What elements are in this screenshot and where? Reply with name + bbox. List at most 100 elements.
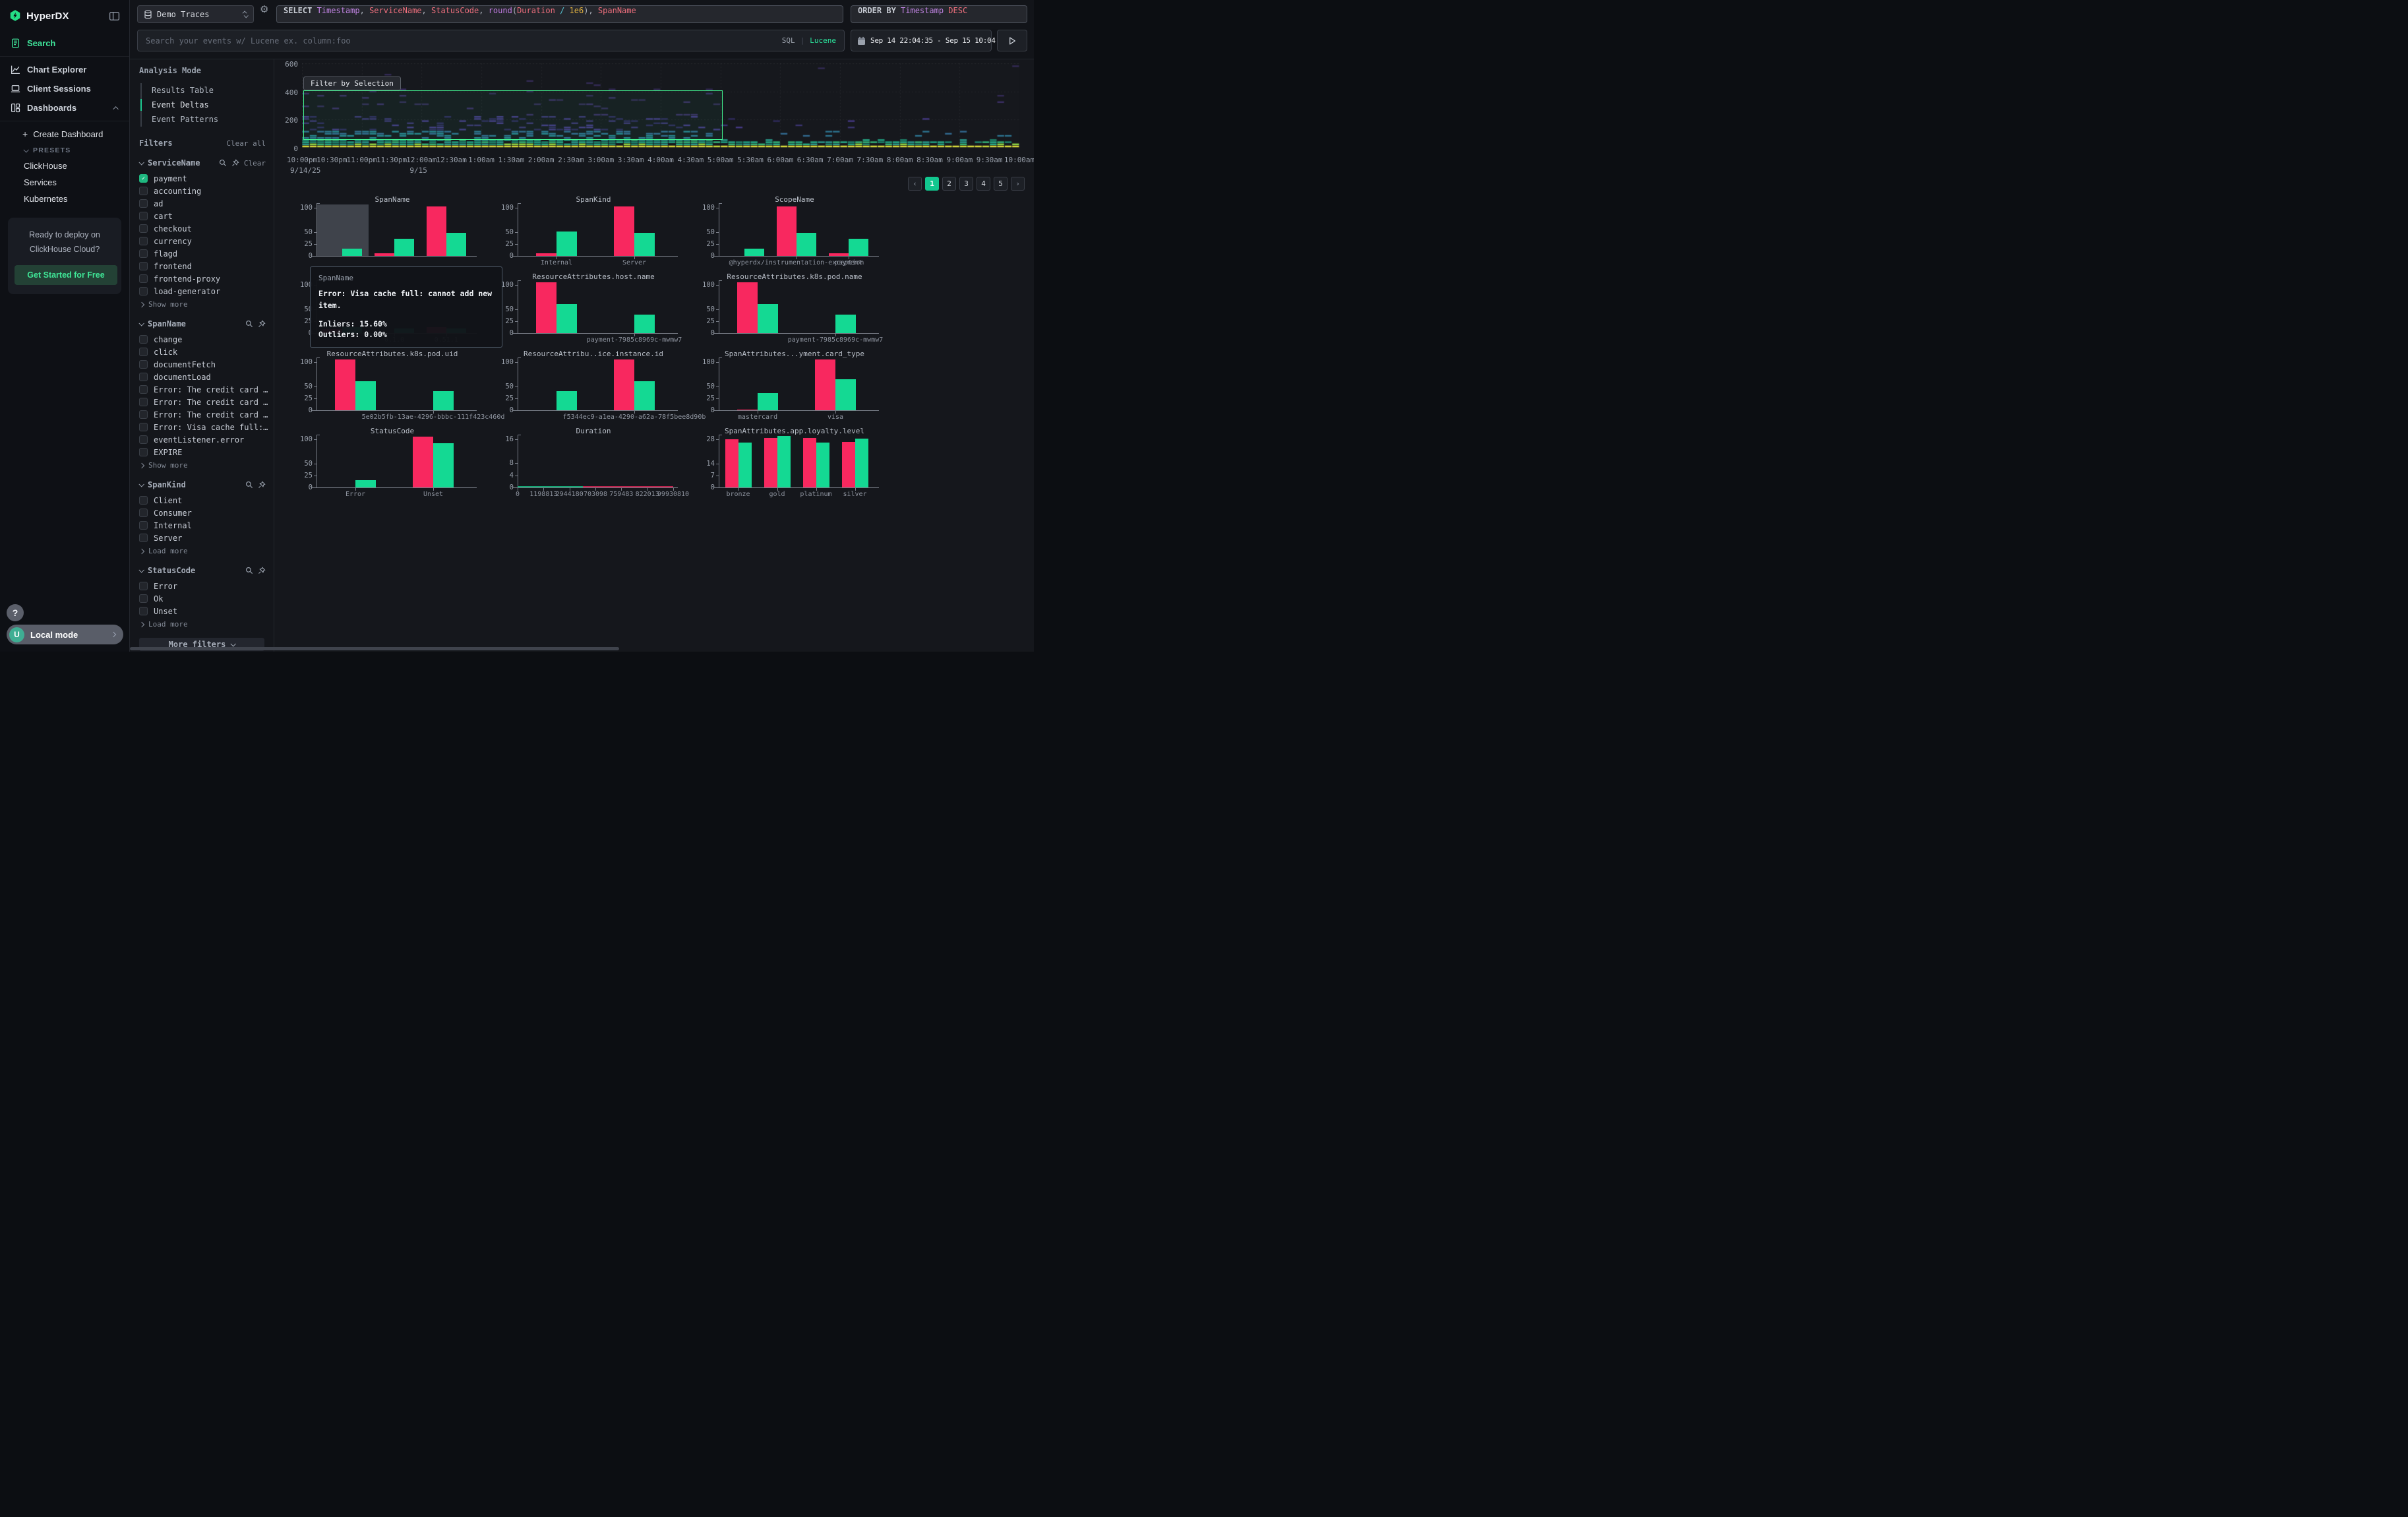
heatmap-selection-box[interactable]: [303, 90, 722, 140]
checkbox-unchecked[interactable]: [139, 373, 148, 381]
outlier-bar[interactable]: [335, 359, 355, 410]
search-icon[interactable]: [245, 320, 253, 328]
page-button-2[interactable]: 2: [942, 177, 956, 191]
search-input-wrap[interactable]: Search your events w/ Lucene ex. column:…: [137, 30, 845, 51]
filter-checkbox-row[interactable]: frontend-proxy: [139, 272, 268, 285]
filter-checkbox-row[interactable]: Consumer: [139, 507, 268, 519]
outlier-bar[interactable]: [829, 253, 849, 256]
checkbox-checked[interactable]: ✓: [139, 174, 148, 183]
inlier-bar[interactable]: [355, 480, 376, 487]
checkbox-unchecked[interactable]: [139, 187, 148, 195]
time-range-picker[interactable]: Sep 14 22:04:35 - Sep 15 10:04:35: [851, 30, 992, 51]
page-button-4[interactable]: 4: [977, 177, 990, 191]
filter-checkbox-row[interactable]: cart: [139, 210, 268, 222]
inlier-bar[interactable]: [557, 304, 577, 333]
page-prev-button[interactable]: ‹: [908, 177, 922, 191]
inlier-bar[interactable]: [634, 233, 655, 256]
outlier-bar[interactable]: [375, 253, 394, 256]
sidebar-item-clickhouse[interactable]: ClickHouse: [0, 158, 129, 174]
presets-toggle[interactable]: PRESETS: [0, 143, 129, 158]
inlier-bar[interactable]: [433, 443, 454, 487]
search-icon[interactable]: [245, 481, 253, 489]
outlier-bar[interactable]: [725, 439, 738, 487]
source-settings-gear-icon[interactable]: ⚙: [260, 3, 268, 15]
checkbox-unchecked[interactable]: [139, 262, 148, 270]
filter-checkbox-row[interactable]: Internal: [139, 519, 268, 532]
sidebar-item-kubernetes[interactable]: Kubernetes: [0, 191, 129, 207]
inlier-bar[interactable]: [394, 239, 414, 256]
sidebar-item-dashboards[interactable]: Dashboards: [0, 98, 129, 117]
outlier-bar[interactable]: [614, 206, 634, 256]
checkbox-unchecked[interactable]: [139, 410, 148, 419]
get-started-button[interactable]: Get Started for Free: [15, 265, 117, 285]
filter-checkbox-row[interactable]: Error: The credit card (…: [139, 383, 268, 396]
select-clause-input[interactable]: SELECT Timestamp, ServiceName, StatusCod…: [276, 5, 843, 23]
checkbox-unchecked[interactable]: [139, 398, 148, 406]
outlier-bar[interactable]: [764, 438, 777, 487]
run-query-button[interactable]: [997, 30, 1027, 51]
checkbox-unchecked[interactable]: [139, 224, 148, 233]
inlier-bar[interactable]: [355, 381, 376, 410]
inlier-bar[interactable]: [634, 315, 655, 333]
chevron-down-icon[interactable]: [138, 481, 144, 487]
outlier-bar[interactable]: [536, 282, 557, 333]
order-by-input[interactable]: ORDER BY Timestamp DESC: [851, 5, 1027, 23]
pin-icon[interactable]: [231, 159, 239, 167]
source-select[interactable]: Demo Traces: [137, 5, 254, 23]
create-dashboard-button[interactable]: +Create Dashboard: [0, 125, 129, 143]
load-more-link[interactable]: Load more: [139, 544, 268, 555]
checkbox-unchecked[interactable]: [139, 448, 148, 456]
sidebar-item-search[interactable]: Search: [0, 34, 129, 53]
page-button-1[interactable]: 1: [925, 177, 939, 191]
filter-checkbox-row[interactable]: load-generator: [139, 285, 268, 297]
filter-checkbox-row[interactable]: Client: [139, 494, 268, 507]
analysis-mode-event-patterns[interactable]: Event Patterns: [142, 112, 268, 127]
language-toggle-lucene[interactable]: Lucene: [810, 36, 836, 45]
show-more-link[interactable]: Show more: [139, 458, 268, 470]
pin-icon[interactable]: [258, 320, 266, 328]
show-more-link[interactable]: Show more: [139, 297, 268, 309]
inlier-bar[interactable]: [777, 436, 791, 487]
inlier-bar[interactable]: [557, 391, 577, 410]
page-next-button[interactable]: ›: [1011, 177, 1025, 191]
filter-checkbox-row[interactable]: change: [139, 333, 268, 346]
load-more-link[interactable]: Load more: [139, 617, 268, 629]
outlier-bar[interactable]: [803, 438, 816, 487]
checkbox-unchecked[interactable]: [139, 435, 148, 444]
inlier-bar[interactable]: [849, 239, 868, 256]
chevron-down-icon[interactable]: [138, 567, 144, 573]
filter-checkbox-row[interactable]: Error: The credit card (…: [139, 396, 268, 408]
outlier-bar[interactable]: [737, 282, 758, 333]
filter-checkbox-row[interactable]: Error: [139, 580, 268, 592]
inlier-bar[interactable]: [835, 315, 856, 333]
checkbox-unchecked[interactable]: [139, 335, 148, 344]
checkbox-unchecked[interactable]: [139, 509, 148, 517]
checkbox-unchecked[interactable]: [139, 199, 148, 208]
sidebar-item-services[interactable]: Services: [0, 174, 129, 191]
filter-checkbox-row[interactable]: documentFetch: [139, 358, 268, 371]
filter-checkbox-row[interactable]: Ok: [139, 592, 268, 605]
inlier-bar[interactable]: [758, 393, 778, 410]
sidebar-item-client-sessions[interactable]: Client Sessions: [0, 79, 129, 98]
outlier-bar[interactable]: [427, 206, 446, 256]
outlier-bar[interactable]: [815, 359, 835, 410]
filter-checkbox-row[interactable]: eventListener.error: [139, 433, 268, 446]
checkbox-unchecked[interactable]: [139, 212, 148, 220]
filter-checkbox-row[interactable]: Server: [139, 532, 268, 544]
inlier-bar[interactable]: [758, 304, 778, 333]
inlier-bar[interactable]: [835, 379, 856, 410]
filter-checkbox-row[interactable]: click: [139, 346, 268, 358]
horizontal-scrollbar[interactable]: [130, 647, 619, 650]
inlier-bar[interactable]: [797, 233, 816, 256]
outlier-bar[interactable]: [536, 253, 557, 256]
search-input[interactable]: Search your events w/ Lucene ex. column:…: [146, 36, 775, 46]
checkbox-unchecked[interactable]: [139, 237, 148, 245]
filter-checkbox-row[interactable]: ad: [139, 197, 268, 210]
filter-checkbox-row[interactable]: flagd: [139, 247, 268, 260]
inlier-bar[interactable]: [634, 381, 655, 410]
search-icon[interactable]: [245, 567, 253, 574]
filter-checkbox-row[interactable]: EXPIRE: [139, 446, 268, 458]
collapse-sidebar-icon[interactable]: [109, 11, 120, 22]
inlier-bar[interactable]: [855, 439, 868, 487]
checkbox-unchecked[interactable]: [139, 385, 148, 394]
